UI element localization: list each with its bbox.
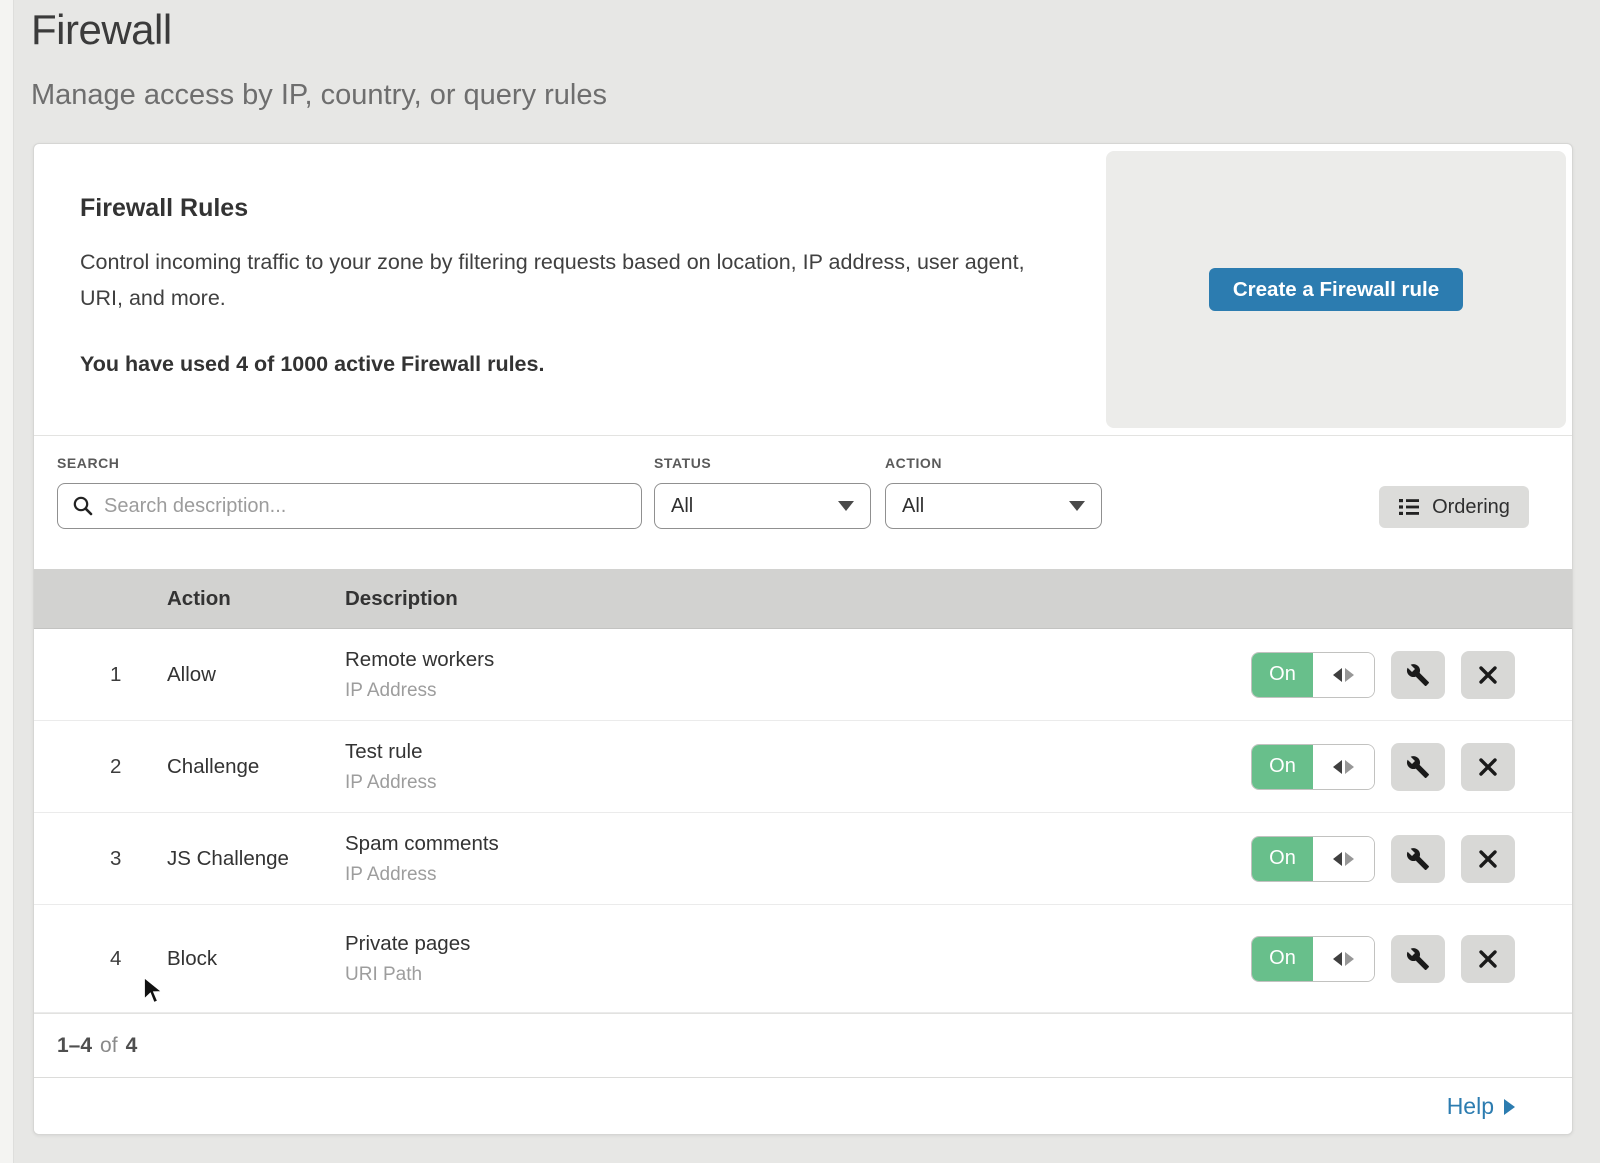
- help-link[interactable]: Help: [1447, 1093, 1515, 1120]
- rule-description: Spam comments: [345, 829, 1251, 859]
- close-icon: [1477, 948, 1499, 970]
- table-header: Action Description: [34, 569, 1572, 629]
- delete-rule-button[interactable]: [1461, 935, 1515, 983]
- column-header-description: Description: [345, 587, 1572, 611]
- toggle-arrows-icon[interactable]: [1313, 837, 1374, 881]
- delete-rule-button[interactable]: [1461, 743, 1515, 791]
- chevron-down-icon: [838, 501, 854, 511]
- ordering-button-label: Ordering: [1432, 496, 1510, 519]
- wrench-icon: [1406, 947, 1430, 971]
- rule-controls: On: [1251, 651, 1515, 699]
- rule-priority: 2: [34, 755, 167, 779]
- rule-priority: 3: [34, 847, 167, 871]
- edit-rule-button[interactable]: [1391, 743, 1445, 791]
- table-row: 2 Challenge Test rule IP Address On: [34, 721, 1572, 813]
- edit-rule-button[interactable]: [1391, 835, 1445, 883]
- rule-enabled-toggle[interactable]: On: [1251, 936, 1375, 982]
- rules-description: Control incoming traffic to your zone by…: [80, 244, 1030, 316]
- rule-description: Private pages: [345, 929, 1251, 959]
- table-row: 4 Block Private pages URI Path On: [34, 905, 1572, 1013]
- column-header-action: Action: [167, 587, 345, 611]
- rule-description: Test rule: [345, 737, 1251, 767]
- rule-description: Remote workers: [345, 645, 1251, 675]
- card-footer: Help: [34, 1077, 1572, 1134]
- rule-field: IP Address: [345, 769, 1251, 796]
- rule-action: Challenge: [167, 755, 345, 779]
- table-row: 3 JS Challenge Spam comments IP Address …: [34, 813, 1572, 905]
- status-select[interactable]: All: [654, 483, 871, 529]
- delete-rule-button[interactable]: [1461, 835, 1515, 883]
- rule-action: JS Challenge: [167, 847, 345, 871]
- rule-action: Allow: [167, 663, 345, 687]
- create-rule-panel: Create a Firewall rule: [1106, 151, 1566, 428]
- action-label: ACTION: [885, 455, 942, 471]
- rule-field: URI Path: [345, 961, 1251, 988]
- create-firewall-rule-button[interactable]: Create a Firewall rule: [1209, 268, 1463, 311]
- delete-rule-button[interactable]: [1461, 651, 1515, 699]
- page-title: Firewall: [31, 6, 172, 54]
- pagination-of: of: [100, 1034, 118, 1058]
- ordering-icon: [1398, 496, 1420, 518]
- wrench-icon: [1406, 663, 1430, 687]
- firewall-rules-card: Firewall Rules Control incoming traffic …: [33, 143, 1573, 1135]
- rule-enabled-toggle[interactable]: On: [1251, 652, 1375, 698]
- rule-enabled-toggle[interactable]: On: [1251, 836, 1375, 882]
- edit-rule-button[interactable]: [1391, 651, 1445, 699]
- toggle-arrows-icon[interactable]: [1313, 745, 1374, 789]
- rule-controls: On: [1251, 743, 1515, 791]
- close-icon: [1477, 664, 1499, 686]
- pagination-range: 1–4: [57, 1034, 92, 1058]
- close-icon: [1477, 756, 1499, 778]
- toggle-on-label[interactable]: On: [1252, 653, 1313, 697]
- rule-field: IP Address: [345, 861, 1251, 888]
- search-icon: [72, 495, 94, 517]
- rule-priority: 1: [34, 663, 167, 687]
- help-link-label: Help: [1447, 1093, 1494, 1120]
- rule-action: Block: [167, 947, 345, 971]
- close-icon: [1477, 848, 1499, 870]
- search-input[interactable]: [104, 495, 627, 518]
- toggle-on-label[interactable]: On: [1252, 745, 1313, 789]
- rules-usage-count: You have used 4 of 1000 active Firewall …: [80, 352, 544, 377]
- wrench-icon: [1406, 755, 1430, 779]
- search-label: SEARCH: [57, 455, 119, 471]
- table-row: 1 Allow Remote workers IP Address On: [34, 629, 1572, 721]
- toggle-arrows-icon[interactable]: [1313, 653, 1374, 697]
- rule-controls: On: [1251, 835, 1515, 883]
- rule-priority: 4: [34, 947, 167, 971]
- toggle-on-label[interactable]: On: [1252, 837, 1313, 881]
- page-left-gutter: [0, 0, 14, 1163]
- search-box[interactable]: [57, 483, 642, 529]
- rule-field: IP Address: [345, 677, 1251, 704]
- edit-rule-button[interactable]: [1391, 935, 1445, 983]
- action-selected-value: All: [902, 495, 924, 518]
- ordering-button[interactable]: Ordering: [1379, 486, 1529, 528]
- rules-heading: Firewall Rules: [80, 194, 248, 223]
- caret-right-icon: [1504, 1099, 1515, 1115]
- toggle-arrows-icon[interactable]: [1313, 937, 1374, 981]
- toggle-on-label[interactable]: On: [1252, 937, 1313, 981]
- rules-intro-section: Firewall Rules Control incoming traffic …: [34, 144, 1572, 436]
- rule-controls: On: [1251, 935, 1515, 983]
- chevron-down-icon: [1069, 501, 1085, 511]
- wrench-icon: [1406, 847, 1430, 871]
- page-subtitle: Manage access by IP, country, or query r…: [31, 79, 607, 112]
- pagination-total: 4: [126, 1034, 138, 1058]
- status-selected-value: All: [671, 495, 693, 518]
- filter-bar: SEARCH STATUS All ACTION All: [34, 436, 1572, 569]
- status-label: STATUS: [654, 455, 711, 471]
- pagination: 1–4 of 4: [34, 1013, 1572, 1077]
- action-select[interactable]: All: [885, 483, 1102, 529]
- rule-enabled-toggle[interactable]: On: [1251, 744, 1375, 790]
